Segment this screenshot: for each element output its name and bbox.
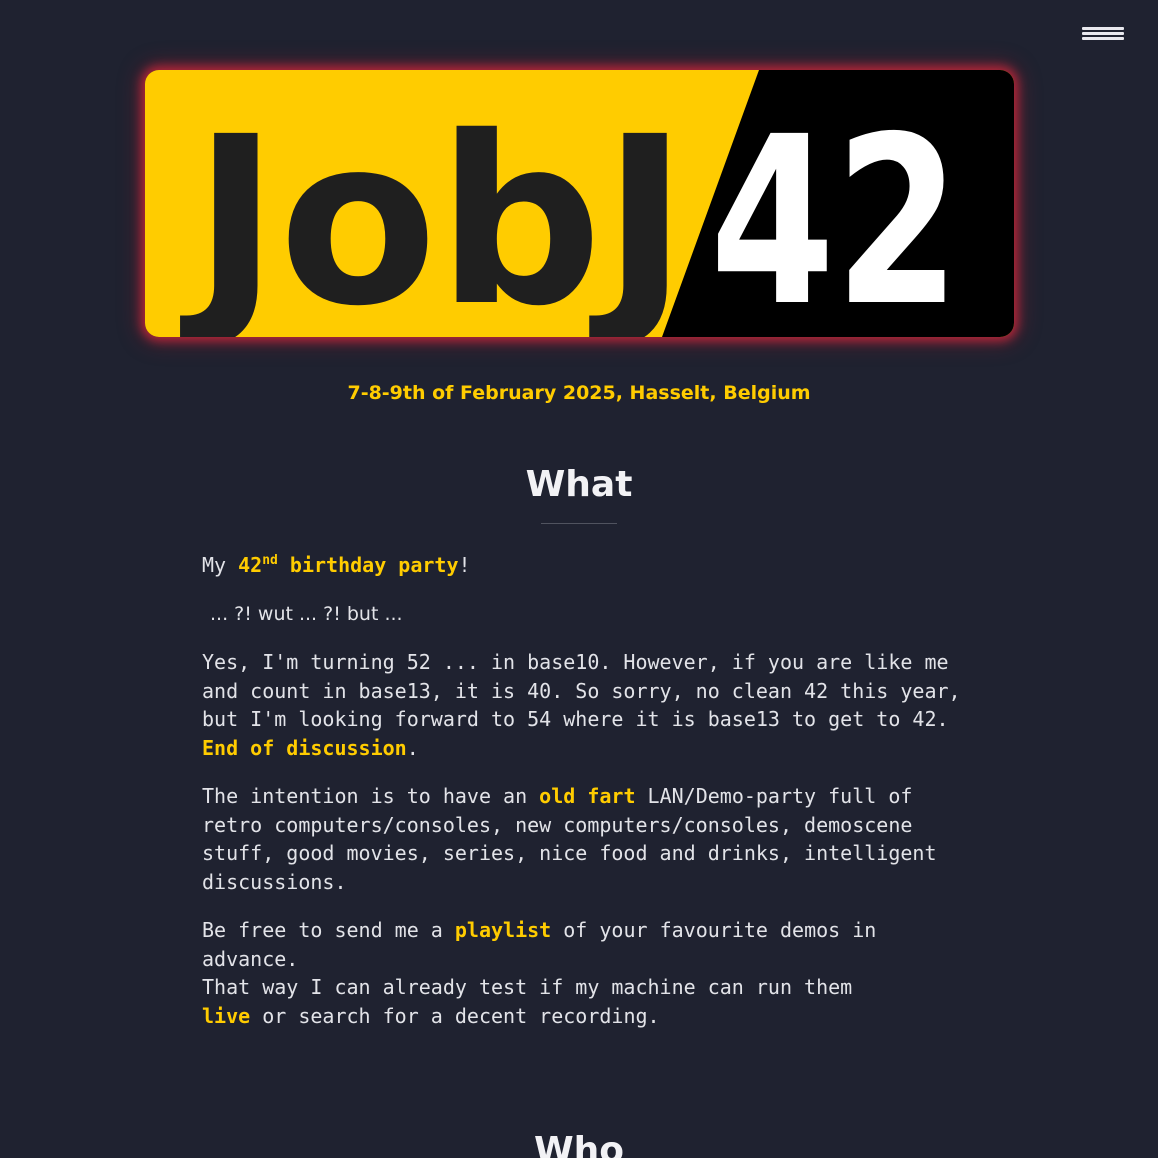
- intro-prefix: My: [202, 553, 239, 577]
- age-number: 42: [238, 553, 263, 577]
- section-title-who: Who: [533, 1130, 625, 1158]
- event-dates: 7-8-9th of February 2025, Hasselt, Belgi…: [347, 382, 811, 404]
- title-divider: [541, 523, 617, 524]
- highlight-playlist: playlist: [454, 918, 552, 942]
- playlist-line2: That way I can already test if my machin…: [202, 975, 853, 999]
- question-paragraph: ... ?! wut ... ?! but ...: [210, 602, 403, 625]
- ordinal-suffix: nd: [262, 553, 278, 568]
- explanation-end: .: [406, 735, 419, 760]
- highlight-live: live: [202, 1003, 251, 1028]
- explanation-text: Yes, I'm turning 52 ... in base10. Howev…: [202, 650, 961, 731]
- logo-text-jobj: JobJ: [179, 87, 688, 337]
- highlight-birthday-party: birthday party: [289, 553, 459, 577]
- intro-end: !: [458, 553, 471, 577]
- highlight-old-fart: old fart: [539, 784, 636, 808]
- explanation-paragraph: Yes, I'm turning 52 ... in base10. Howev…: [202, 648, 962, 762]
- hamburger-menu-icon-bar: [1082, 37, 1124, 40]
- what-content: My 42nd birthday party! ... ?! wut ... ?…: [202, 551, 962, 1050]
- logo-text-42: 42: [710, 87, 960, 337]
- highlight-42nd: 42nd: [238, 553, 278, 577]
- hamburger-menu-icon-bar: [1082, 32, 1124, 35]
- playlist-paragraph: Be free to send me a playlist of your fa…: [202, 916, 962, 1030]
- menu-button[interactable]: [1082, 27, 1124, 47]
- hamburger-menu-icon: [1082, 27, 1124, 30]
- section-title-what: What: [525, 464, 633, 505]
- logo-banner: JobJ 42: [145, 70, 1014, 337]
- playlist-line3: or search for a decent recording.: [250, 1003, 660, 1028]
- intro-paragraph: My 42nd birthday party!: [202, 551, 962, 580]
- playlist-before: Be free to send me a: [202, 918, 455, 942]
- highlight-end-of-discussion: End of discussion: [202, 735, 407, 760]
- intention-paragraph: The intention is to have an old fart LAN…: [202, 782, 962, 896]
- intention-before: The intention is to have an: [202, 784, 540, 808]
